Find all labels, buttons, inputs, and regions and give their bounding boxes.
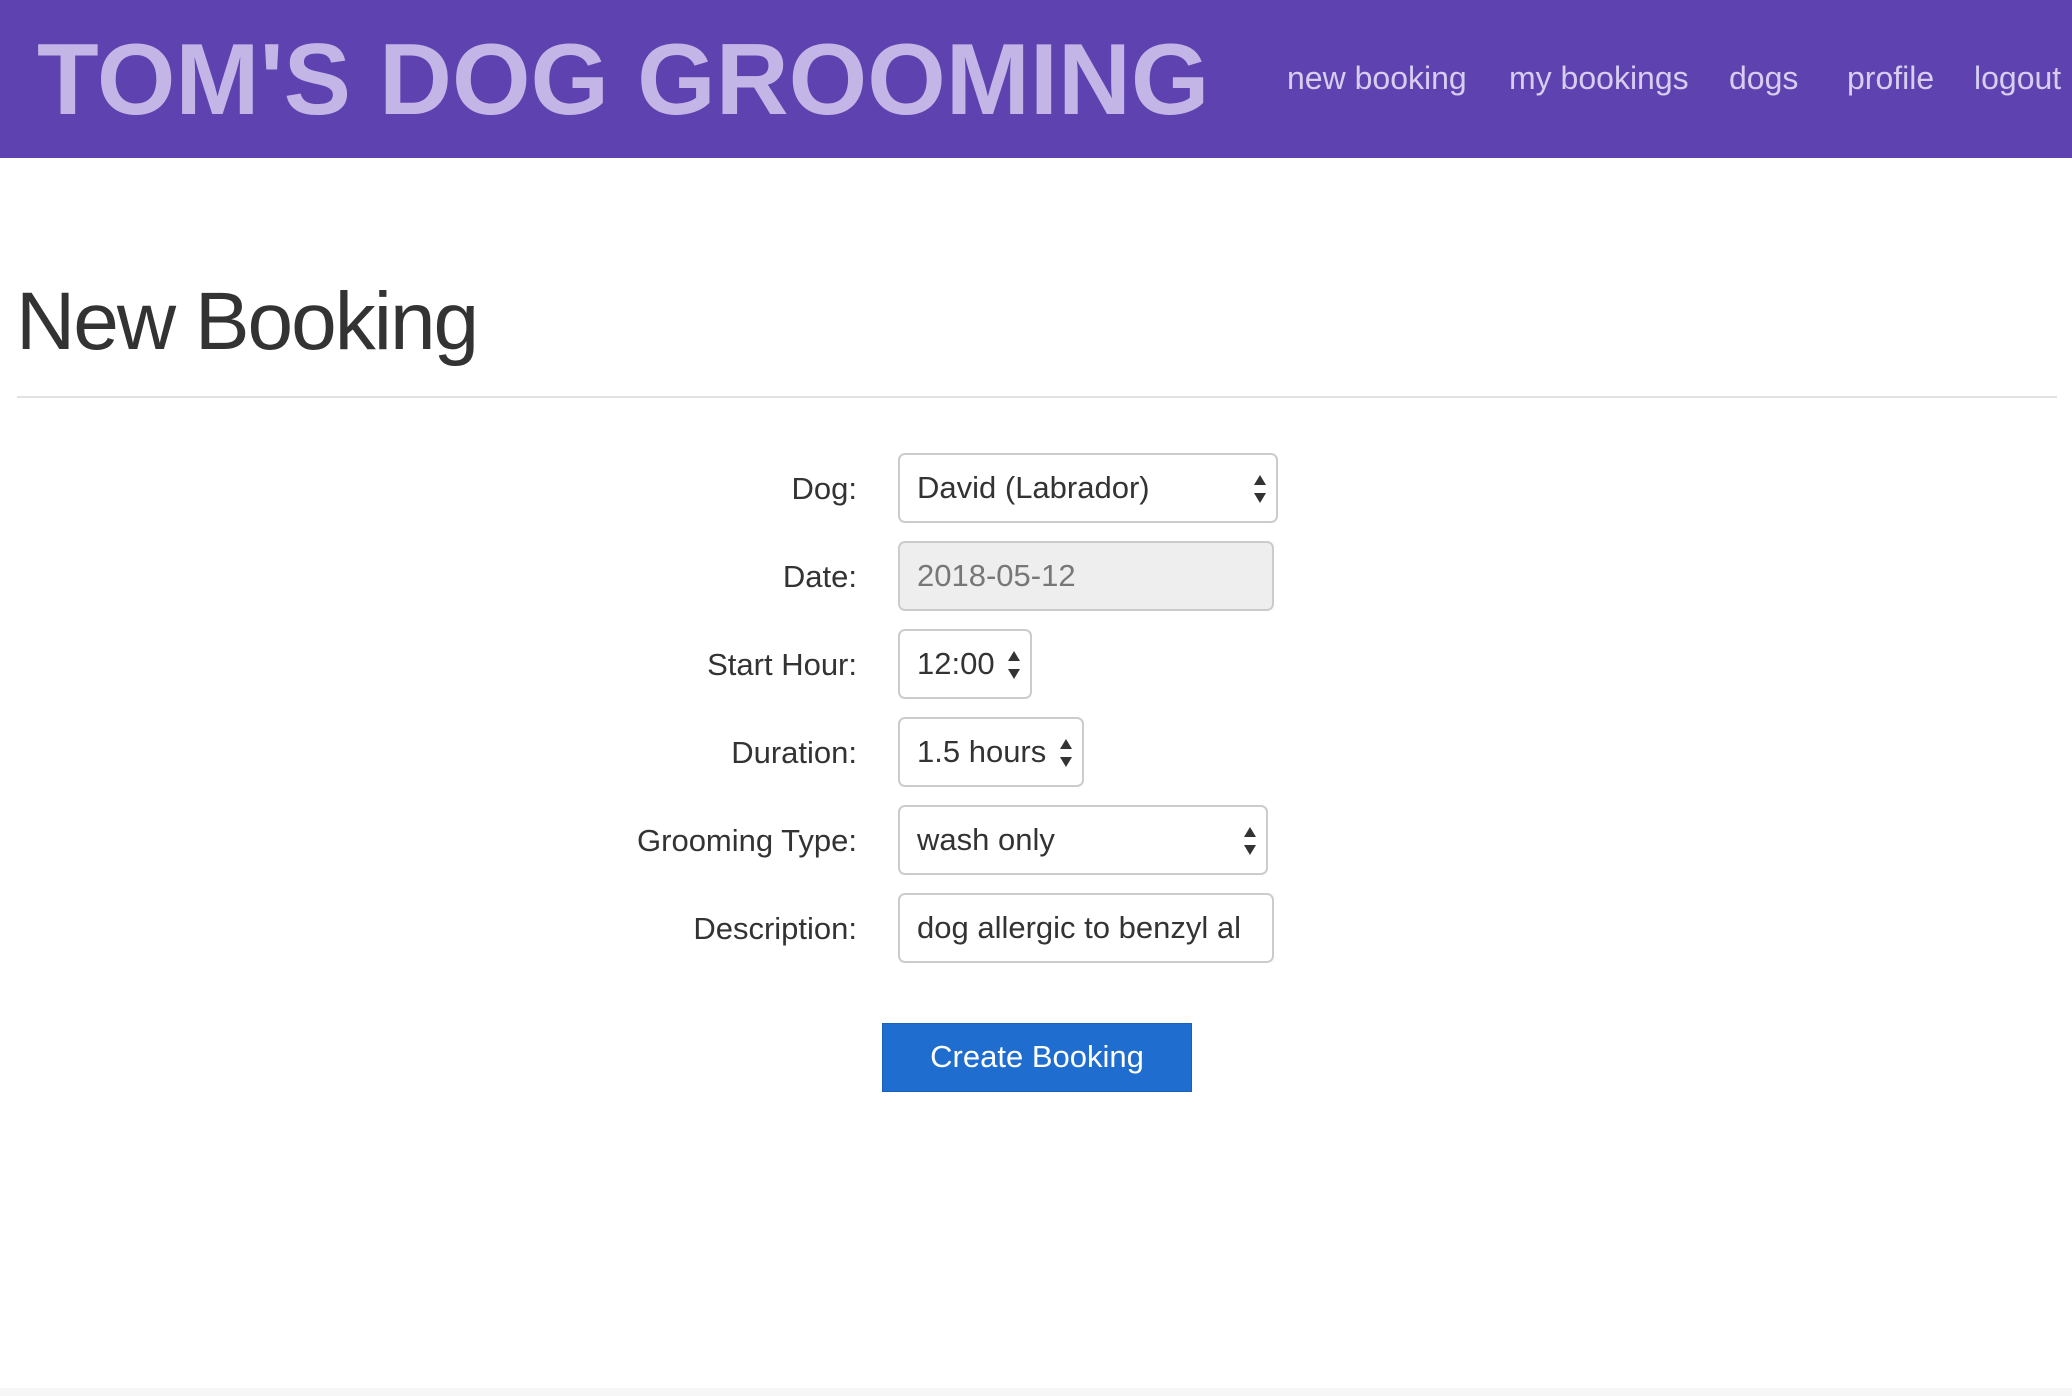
grooming-type-select[interactable]: wash only — [898, 805, 1268, 875]
start-hour-select[interactable]: 12:00 — [898, 629, 1032, 699]
dog-label: Dog: — [791, 471, 857, 506]
page-title: New Booking — [16, 276, 479, 367]
duration-label: Duration: — [731, 735, 857, 770]
page-bottom-strip — [0, 1388, 2072, 1396]
site-brand[interactable]: TOM'S DOG GROOMING — [37, 20, 1209, 140]
create-booking-button[interactable]: Create Booking — [882, 1023, 1192, 1092]
nav-my-bookings[interactable]: my bookings — [1509, 52, 1689, 104]
date-field-value: 2018-05-12 — [917, 558, 1076, 593]
nav-profile[interactable]: profile — [1847, 52, 1934, 104]
nav-dogs[interactable]: dogs — [1729, 52, 1798, 104]
date-field: 2018-05-12 — [898, 541, 1274, 611]
description-input[interactable]: dog allergic to benzyl al — [898, 893, 1274, 963]
select-arrows-icon — [1243, 825, 1257, 857]
title-divider — [17, 396, 2057, 398]
duration-select[interactable]: 1.5 hours — [898, 717, 1084, 787]
select-arrows-icon — [1007, 649, 1021, 681]
date-label: Date: — [782, 559, 857, 594]
select-arrows-icon — [1059, 737, 1073, 769]
grooming-type-label: Grooming Type: — [637, 823, 857, 858]
dog-select-value: David (Labrador) — [917, 470, 1150, 505]
grooming-type-select-value: wash only — [917, 822, 1055, 857]
nav-logout[interactable]: logout — [1974, 52, 2061, 104]
site-header: TOM'S DOG GROOMING new booking my bookin… — [0, 0, 2072, 158]
duration-select-value: 1.5 hours — [917, 734, 1047, 769]
start-hour-select-value: 12:00 — [917, 646, 995, 681]
description-input-value: dog allergic to benzyl al — [917, 910, 1241, 945]
select-arrows-icon — [1253, 473, 1267, 505]
description-label: Description: — [693, 911, 857, 946]
start-hour-label: Start Hour: — [707, 647, 857, 682]
dog-select[interactable]: David (Labrador) — [898, 453, 1278, 523]
nav-new-booking[interactable]: new booking — [1287, 52, 1467, 104]
